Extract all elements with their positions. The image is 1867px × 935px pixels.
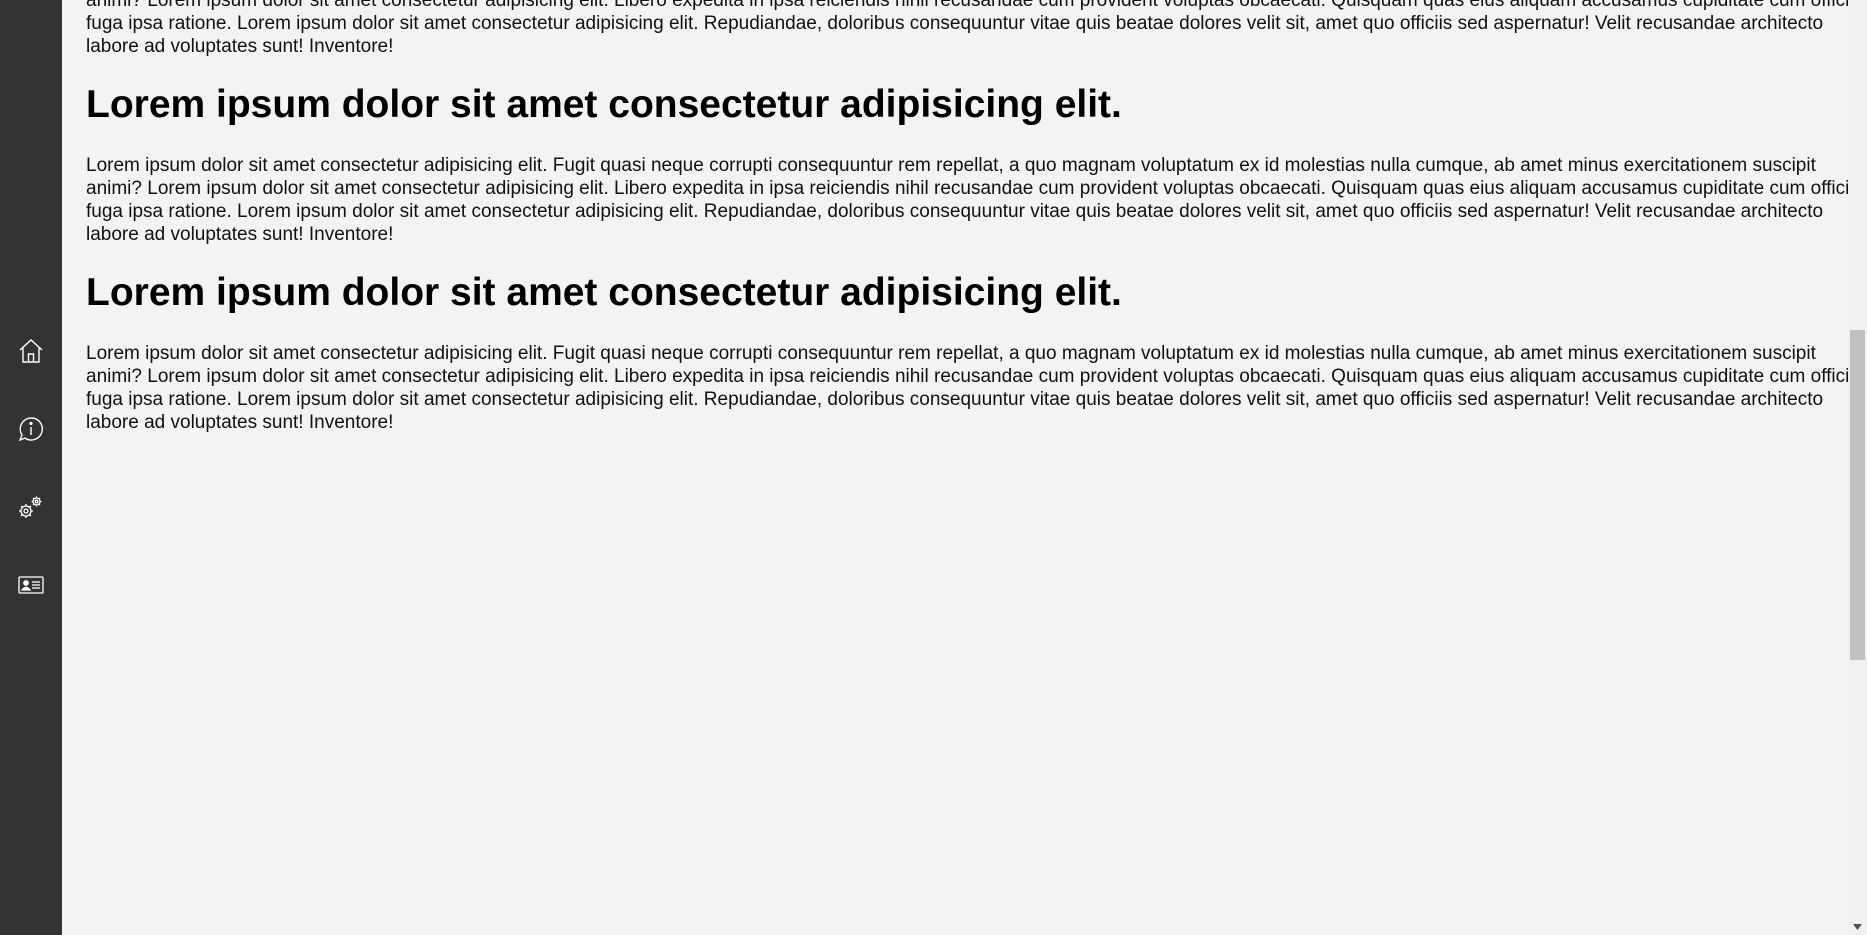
article: Lorem ipsum dolor sit amet consectetur a… bbox=[86, 0, 1848, 434]
info-chat-icon bbox=[18, 416, 43, 441]
sidebar-item-info[interactable] bbox=[0, 390, 62, 468]
contact-card-icon bbox=[18, 575, 44, 594]
sidebar-item-home[interactable] bbox=[0, 312, 62, 390]
scrollbar-thumb[interactable] bbox=[1850, 330, 1865, 660]
section-heading: Lorem ipsum dolor sit amet consectetur a… bbox=[86, 271, 1122, 314]
gears-icon bbox=[19, 496, 42, 518]
sidebar-item-contact[interactable] bbox=[0, 546, 62, 624]
sidebar bbox=[0, 0, 62, 935]
sidebar-item-settings[interactable] bbox=[0, 468, 62, 546]
scroll-down-arrow-icon[interactable] bbox=[1848, 918, 1867, 935]
vertical-scrollbar[interactable] bbox=[1848, 0, 1867, 935]
main-content: Lorem ipsum dolor sit amet consectetur a… bbox=[62, 0, 1848, 935]
section-paragraph: Lorem ipsum dolor sit amet consectetur a… bbox=[86, 155, 1848, 245]
home-icon bbox=[19, 338, 43, 363]
paragraph-partial: Lorem ipsum dolor sit amet consectetur a… bbox=[86, 0, 1848, 57]
section-heading: Lorem ipsum dolor sit amet consectetur a… bbox=[86, 83, 1122, 126]
section-paragraph: Lorem ipsum dolor sit amet consectetur a… bbox=[86, 343, 1848, 433]
